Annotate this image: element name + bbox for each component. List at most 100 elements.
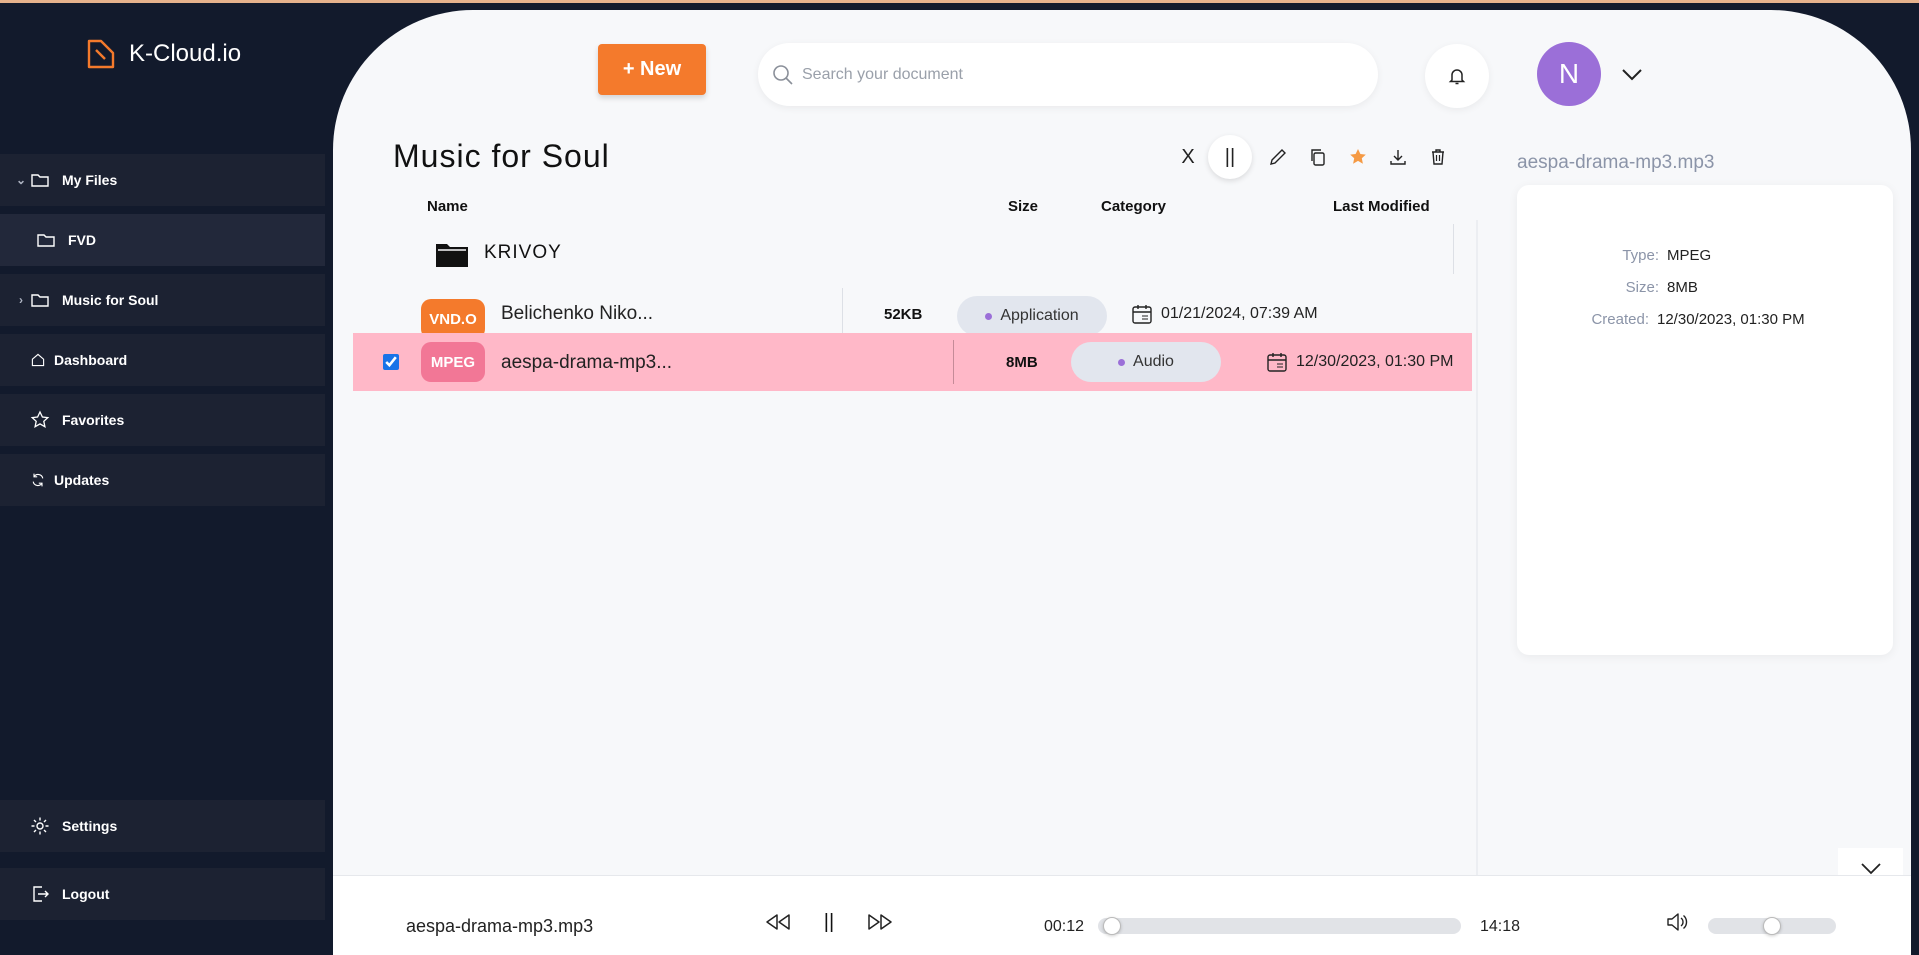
speaker-icon <box>1667 913 1688 931</box>
rewind-button[interactable] <box>759 904 795 940</box>
close-selection-button[interactable]: X <box>1168 138 1208 176</box>
player-track-name: aespa-drama-mp3.mp3 <box>406 916 594 936</box>
file-size: 8MB <box>1006 354 1038 371</box>
details-file-name: aespa-drama-mp3.mp3 <box>1517 152 1715 173</box>
search-bar[interactable] <box>758 43 1378 106</box>
column-header-last-modified[interactable]: Last Modified <box>1333 198 1430 215</box>
rename-button[interactable] <box>1258 138 1298 176</box>
play-pause-button[interactable]: || <box>811 904 847 940</box>
star-filled-icon <box>1350 149 1366 164</box>
gear-icon <box>31 817 49 835</box>
column-header-category[interactable]: Category <box>1101 198 1166 215</box>
chevron-down-icon[interactable]: ⌄ <box>12 173 30 187</box>
new-button[interactable]: + New <box>598 44 706 95</box>
sidebar-item-settings[interactable]: Settings <box>0 800 325 852</box>
chevron-down-icon[interactable] <box>1618 62 1646 86</box>
category-dot <box>985 312 993 320</box>
rewind-icon <box>766 914 790 930</box>
calendar-icon <box>1132 305 1152 324</box>
page-title: Music for Soul <box>393 138 610 174</box>
sidebar-item-label: Favorites <box>62 412 125 428</box>
sidebar-item-dashboard[interactable]: Dashboard <box>0 334 325 386</box>
download-button[interactable] <box>1378 138 1418 176</box>
favorite-button[interactable] <box>1338 138 1378 176</box>
category-label: Application <box>1000 307 1079 324</box>
copy-icon <box>1311 149 1325 166</box>
column-header-name[interactable]: Name <box>427 198 468 215</box>
category-badge: Audio <box>1071 342 1221 382</box>
elapsed-time: 00:12 <box>1044 918 1085 935</box>
search-icon <box>773 64 793 85</box>
seek-handle[interactable] <box>1103 917 1121 935</box>
details-type: Type: MPEG <box>1622 247 1712 264</box>
subfolder-row[interactable]: KRIVOY <box>353 230 1472 280</box>
category-badge: Application <box>957 296 1107 336</box>
top-accent-line <box>0 0 1919 3</box>
sidebar-item-logout[interactable]: Logout <box>0 868 325 920</box>
calendar-icon <box>1267 353 1287 372</box>
sidebar-item-music-for-soul[interactable]: › Music for Soul <box>0 274 325 326</box>
pencil-icon <box>1270 149 1286 165</box>
details-created: Created: 12/30/2023, 01:30 PM <box>1591 311 1805 328</box>
last-modified: 12/30/2023, 01:30 PM <box>1266 351 1453 373</box>
k-cloud-logo-icon <box>87 39 115 69</box>
folder-icon <box>37 234 55 247</box>
volume-handle[interactable] <box>1763 917 1781 935</box>
delete-button[interactable] <box>1418 138 1458 176</box>
category-label: Audio <box>1133 353 1174 370</box>
file-size: 52KB <box>884 306 923 323</box>
category-dot <box>1118 358 1126 366</box>
main-panel: + New N Music for Soul X || Name Size Ca… <box>333 10 1911 955</box>
logout-label: Logout <box>62 886 110 902</box>
audio-player: aespa-drama-mp3.mp3 || 00:12 14:18 <box>333 875 1911 955</box>
sidebar-item-my-files[interactable]: ⌄ My Files <box>0 154 325 206</box>
sidebar-item-label: Updates <box>54 472 110 488</box>
details-size: Size: 8MB <box>1625 279 1698 296</box>
chevron-right-icon[interactable]: › <box>12 293 30 307</box>
fast-forward-icon <box>868 914 892 930</box>
last-modified-text: 12/30/2023, 01:30 PM <box>1296 353 1454 370</box>
folder-filled-icon <box>436 244 468 267</box>
file-name: Belichenko Niko... <box>501 303 654 324</box>
settings-label: Settings <box>62 818 118 834</box>
last-modified-text: 01/21/2024, 07:39 AM <box>1161 305 1318 322</box>
copy-button[interactable] <box>1298 138 1338 176</box>
sidebar-item-fvd[interactable]: FVD <box>0 214 325 266</box>
sidebar-item-updates[interactable]: Updates <box>0 454 325 506</box>
notifications-button[interactable] <box>1425 44 1489 108</box>
trash-icon <box>1432 149 1444 165</box>
volume-button[interactable] <box>1659 904 1695 940</box>
home-icon <box>31 353 45 367</box>
search-input[interactable] <box>802 65 1302 84</box>
details-card: Type: MPEG Size: 8MB Created: 12/30/2023, 0… <box>1517 185 1893 655</box>
star-icon <box>30 410 50 428</box>
file-toolbar: X || <box>1168 135 1478 179</box>
fast-forward-button[interactable] <box>863 904 899 940</box>
pause-button[interactable]: || <box>1208 135 1252 179</box>
seek-bar[interactable] <box>1098 917 1461 935</box>
sidebar-item-label: Dashboard <box>54 352 128 368</box>
sidebar-item-favorites[interactable]: Favorites <box>0 394 325 446</box>
avatar[interactable]: N <box>1537 42 1601 106</box>
app-logo[interactable]: K-Cloud.io <box>83 36 241 72</box>
subfolder-name: KRIVOY <box>484 242 562 263</box>
download-icon <box>1390 150 1406 165</box>
app-name: K-Cloud.io <box>129 40 242 67</box>
file-type-badge: MPEG <box>421 342 485 382</box>
volume-slider[interactable] <box>1708 917 1836 935</box>
table-row-selected[interactable]: MPEG aespa-drama-mp3... 8MB Audio 12/30/… <box>353 333 1472 391</box>
folder-icon <box>31 294 49 307</box>
column-header-size[interactable]: Size <box>1008 198 1038 215</box>
row-checkbox[interactable] <box>383 354 399 370</box>
total-duration: 14:18 <box>1480 918 1521 935</box>
file-name: aespa-drama-mp3... <box>501 352 673 373</box>
refresh-icon <box>32 473 44 487</box>
folder-icon <box>31 174 49 187</box>
last-modified: 01/21/2024, 07:39 AM <box>1131 303 1318 325</box>
bell-icon <box>1448 69 1466 85</box>
sidebar-item-label: Music for Soul <box>62 292 159 308</box>
sidebar-item-label: FVD <box>68 232 96 248</box>
logout-icon <box>33 886 49 902</box>
sidebar-item-label: My Files <box>62 172 118 188</box>
panel-divider <box>1476 220 1478 885</box>
